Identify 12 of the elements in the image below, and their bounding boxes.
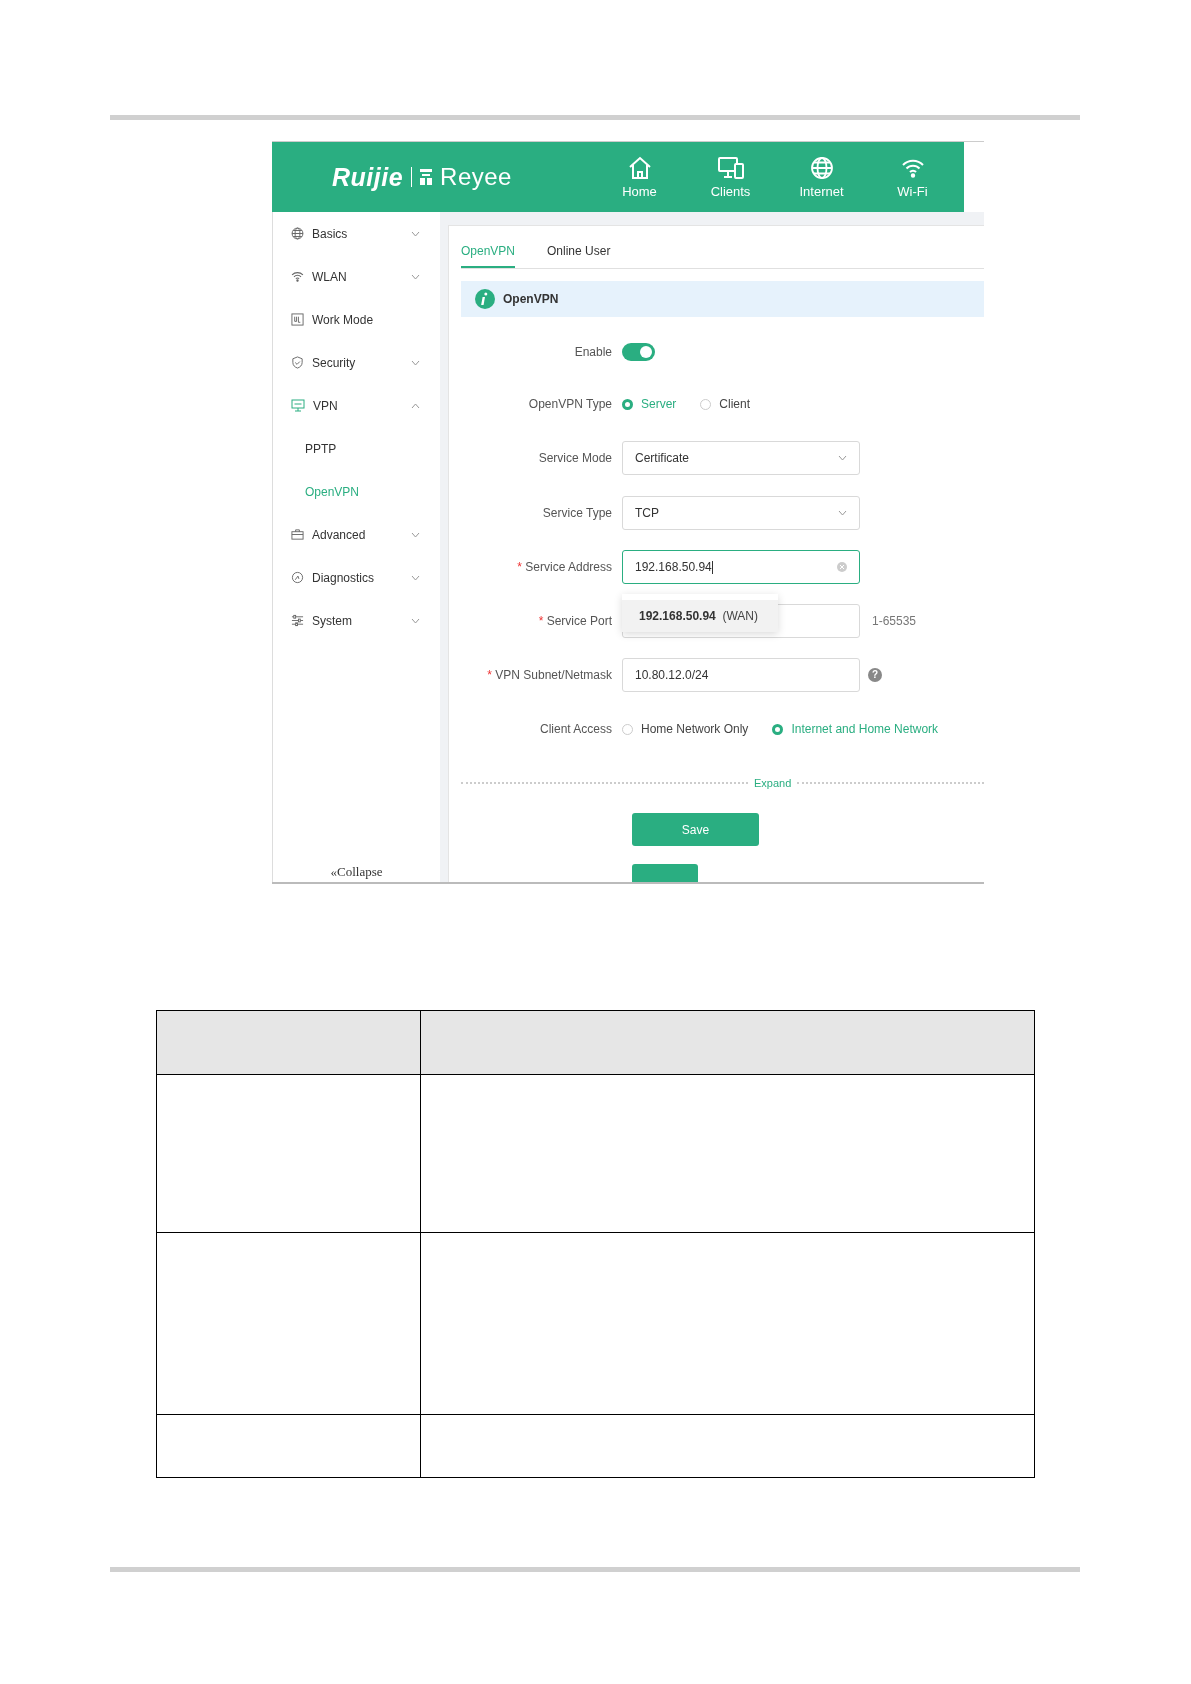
field-label: Enable: [574, 345, 612, 359]
field-label: Service Mode: [538, 451, 612, 465]
field-label: Client Access: [539, 722, 612, 736]
field-label: Service Type: [542, 506, 612, 520]
field-label: * Service Address: [517, 560, 612, 574]
brand-name: Reyee: [440, 163, 512, 191]
field-label: * Service Port: [538, 614, 612, 628]
banner-title: OpenVPN: [503, 292, 559, 306]
brand-logo: Ruijie: [332, 162, 404, 192]
field-label: OpenVPN Type: [528, 397, 612, 411]
range-hint: 1-65535: [872, 614, 917, 628]
field-label: * VPN Subnet/Netmask: [487, 668, 612, 682]
